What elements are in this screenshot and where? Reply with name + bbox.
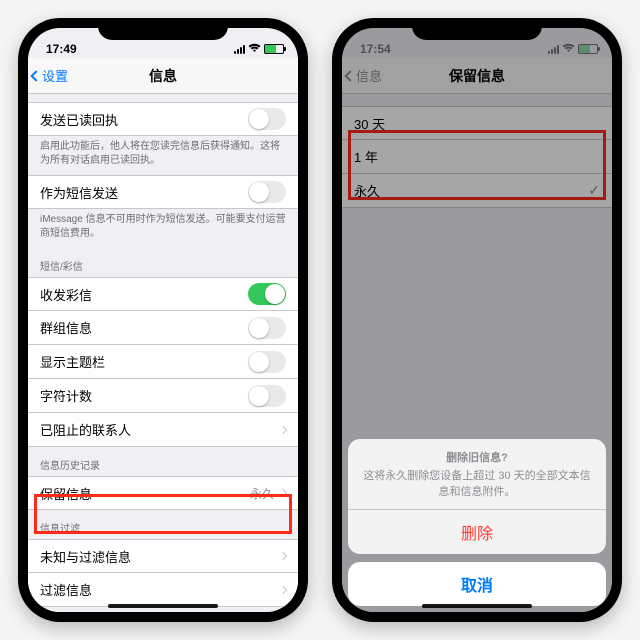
status-time: 17:49 <box>46 42 77 56</box>
status-indicators <box>234 42 284 56</box>
toggle-mms[interactable] <box>248 283 286 305</box>
screen-right: 17:54 信息 保留信息 30 天 1 年 <box>342 28 612 612</box>
toggle-char-count[interactable] <box>248 385 286 407</box>
chevron-right-icon <box>279 489 287 497</box>
row-send-as-sms[interactable]: 作为短信发送 <box>28 175 298 209</box>
row-label: 字符计数 <box>40 386 248 405</box>
cancel-button[interactable]: 取消 <box>348 562 606 606</box>
row-group-msg[interactable]: 群组信息 <box>28 311 298 345</box>
footer-read-receipt: 启用此功能后，他人将在您读完信息后获得通知。这将为所有对话启用已读回执。 <box>28 136 298 175</box>
header-filter: 信息过滤 <box>28 510 298 539</box>
row-label: 作为短信发送 <box>40 183 248 202</box>
toggle-read-receipt[interactable] <box>248 108 286 130</box>
nav-title: 信息 <box>28 66 298 86</box>
row-value: 永久 <box>250 485 274 502</box>
row-label: 收发彩信 <box>40 285 248 304</box>
home-indicator[interactable] <box>422 604 532 608</box>
action-sheet-card: 删除旧信息? 这将永久删除您设备上超过 30 天的全部文本信息和信息附件。 删除 <box>348 439 606 554</box>
footer-send-as-sms: iMessage 信息不可用时作为短信发送。可能要支付运营商短信费用。 <box>28 209 298 248</box>
header-history: 信息历史记录 <box>28 447 298 476</box>
notch <box>98 18 228 40</box>
screen-left: 17:49 设置 信息 发送已读回执 启用此功能后，他人将在您读完信息后获得 <box>28 28 298 612</box>
toggle-subject[interactable] <box>248 351 286 373</box>
home-indicator[interactable] <box>108 604 218 608</box>
wifi-icon <box>248 42 261 56</box>
row-mms[interactable]: 收发彩信 <box>28 277 298 311</box>
toggle-send-as-sms[interactable] <box>248 181 286 203</box>
phone-right: 17:54 信息 保留信息 30 天 1 年 <box>332 18 622 622</box>
signal-icon <box>234 45 245 54</box>
row-label: 群组信息 <box>40 318 248 337</box>
row-keep-messages[interactable]: 保留信息 永久 <box>28 476 298 510</box>
row-label: 已阻止的联系人 <box>40 420 274 439</box>
row-label: 未知与过滤信息 <box>40 547 274 566</box>
row-label: 显示主题栏 <box>40 352 248 371</box>
chevron-right-icon <box>279 585 287 593</box>
chevron-right-icon <box>279 425 287 433</box>
row-unknown-filter[interactable]: 未知与过滤信息 <box>28 539 298 573</box>
battery-icon <box>264 44 284 54</box>
row-filter-toggle[interactable]: 过滤信息 <box>28 573 298 607</box>
action-sheet-cancel: 取消 <box>348 562 606 606</box>
row-subject[interactable]: 显示主题栏 <box>28 345 298 379</box>
delete-button[interactable]: 删除 <box>348 510 606 554</box>
row-read-receipt[interactable]: 发送已读回执 <box>28 102 298 136</box>
chevron-right-icon <box>279 552 287 560</box>
toggle-group[interactable] <box>248 317 286 339</box>
row-char-count[interactable]: 字符计数 <box>28 379 298 413</box>
row-blocked[interactable]: 已阻止的联系人 <box>28 413 298 447</box>
settings-list[interactable]: 发送已读回执 启用此功能后，他人将在您读完信息后获得通知。这将为所有对话启用已读… <box>28 94 298 612</box>
sheet-message: 这将永久删除您设备上超过 30 天的全部文本信息和信息附件。 <box>362 467 592 499</box>
notch <box>412 18 542 40</box>
header-sms: 短信/彩信 <box>28 248 298 277</box>
action-sheet-header: 删除旧信息? 这将永久删除您设备上超过 30 天的全部文本信息和信息附件。 <box>348 439 606 510</box>
action-sheet: 删除旧信息? 这将永久删除您设备上超过 30 天的全部文本信息和信息附件。 删除… <box>348 439 606 606</box>
sheet-title: 删除旧信息? <box>362 449 592 465</box>
row-label: 过滤信息 <box>40 580 274 599</box>
phone-left: 17:49 设置 信息 发送已读回执 启用此功能后，他人将在您读完信息后获得 <box>18 18 308 622</box>
row-label: 发送已读回执 <box>40 110 248 129</box>
nav-bar: 设置 信息 <box>28 58 298 94</box>
row-label: 保留信息 <box>40 484 250 503</box>
